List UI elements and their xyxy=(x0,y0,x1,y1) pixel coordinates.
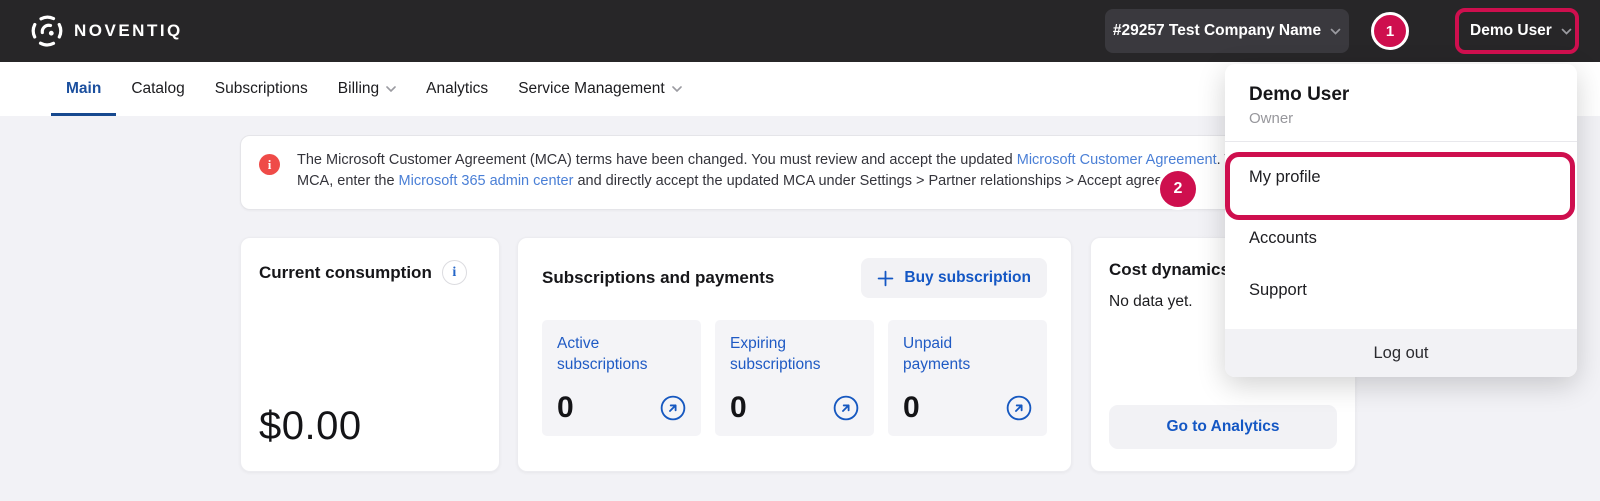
tab-billing[interactable]: Billing xyxy=(338,62,396,116)
alert-line1-text: The Microsoft Customer Agreement (MCA) t… xyxy=(297,152,1017,168)
subscription-tiles: Active subscriptions 0 Expiring subscrip… xyxy=(542,320,1047,436)
alert-line2-tail: and directly accept the updated MCA unde… xyxy=(573,173,1194,189)
menu-item-my-profile[interactable]: My profile xyxy=(1225,142,1577,212)
company-selector[interactable]: #29257 Test Company Name xyxy=(1105,9,1349,53)
menu-item-log-out[interactable]: Log out xyxy=(1225,329,1577,377)
chevron-down-icon xyxy=(672,86,682,92)
buy-subscription-button[interactable]: Buy subscription xyxy=(861,258,1047,298)
unpaid-payments-count: 0 xyxy=(903,393,920,423)
unpaid-payments-label: Unpaid payments xyxy=(903,333,1013,375)
arrow-up-right-icon[interactable] xyxy=(660,395,686,421)
current-consumption-header: Current consumption i xyxy=(259,260,481,285)
active-subscriptions-bottom: 0 xyxy=(557,393,686,423)
noventiq-logo[interactable]: NOVENTIQ xyxy=(30,0,183,62)
info-icon[interactable]: i xyxy=(442,260,467,285)
unpaid-payments-tile[interactable]: Unpaid payments 0 xyxy=(888,320,1047,436)
noventiq-portal-page: NOVENTIQ #29257 Test Company Name Demo U… xyxy=(0,0,1600,501)
noventiq-logo-text: NOVENTIQ xyxy=(74,21,183,41)
dropdown-user-header: Demo User Owner xyxy=(1225,64,1577,141)
menu-item-support[interactable]: Support xyxy=(1225,264,1577,316)
dropdown-user-name: Demo User xyxy=(1249,84,1553,106)
subscriptions-payments-header: Subscriptions and payments Buy subscript… xyxy=(542,258,1047,298)
arrow-up-right-icon[interactable] xyxy=(1006,395,1032,421)
buy-subscription-label: Buy subscription xyxy=(904,269,1031,287)
user-menu-trigger[interactable]: Demo User xyxy=(1470,0,1572,62)
top-header-bar: NOVENTIQ #29257 Test Company Name Demo U… xyxy=(0,0,1600,62)
arrow-up-right-icon[interactable] xyxy=(833,395,859,421)
tab-main[interactable]: Main xyxy=(66,62,101,116)
mca-agreement-link[interactable]: Microsoft Customer Agreement xyxy=(1017,152,1217,168)
tab-service-management-label: Service Management xyxy=(518,80,664,98)
expiring-subscriptions-label: Expiring subscriptions xyxy=(730,333,840,375)
expiring-subscriptions-tile[interactable]: Expiring subscriptions 0 xyxy=(715,320,874,436)
alert-info-icon: i xyxy=(259,154,280,175)
current-consumption-title: Current consumption xyxy=(259,263,432,283)
menu-item-accounts[interactable]: Accounts xyxy=(1225,212,1577,264)
expiring-subscriptions-count: 0 xyxy=(730,393,747,423)
annotation-step-2-badge: 2 xyxy=(1157,168,1199,210)
alert-line2-text: MCA, enter the xyxy=(297,173,399,189)
tab-service-management[interactable]: Service Management xyxy=(518,62,681,116)
tab-billing-label: Billing xyxy=(338,80,379,98)
tab-analytics[interactable]: Analytics xyxy=(426,62,488,116)
noventiq-logo-icon xyxy=(30,14,64,48)
tab-subscriptions-label: Subscriptions xyxy=(215,80,308,98)
alert-line-1: The Microsoft Customer Agreement (MCA) t… xyxy=(297,150,1357,171)
subscriptions-payments-card: Subscriptions and payments Buy subscript… xyxy=(517,237,1072,472)
chevron-down-icon xyxy=(1330,28,1341,35)
chevron-down-icon xyxy=(386,86,396,92)
current-consumption-card: Current consumption i $0.00 xyxy=(240,237,500,472)
annotation-step-1-badge: 1 xyxy=(1371,12,1409,50)
m365-admin-center-link[interactable]: Microsoft 365 admin center xyxy=(399,173,574,189)
expiring-subscriptions-bottom: 0 xyxy=(730,393,859,423)
active-subscriptions-count: 0 xyxy=(557,393,574,423)
active-subscriptions-tile[interactable]: Active subscriptions 0 xyxy=(542,320,701,436)
active-subscriptions-label: Active subscriptions xyxy=(557,333,667,375)
user-dropdown-menu: Demo User Owner My profile Accounts Supp… xyxy=(1225,64,1577,377)
tab-catalog-label: Catalog xyxy=(131,80,184,98)
plus-icon xyxy=(877,270,894,287)
tab-analytics-label: Analytics xyxy=(426,80,488,98)
user-menu-label: Demo User xyxy=(1470,22,1552,40)
current-consumption-value: $0.00 xyxy=(259,404,481,449)
chevron-down-icon xyxy=(1561,28,1572,35)
tab-subscriptions[interactable]: Subscriptions xyxy=(215,62,308,116)
company-selector-label: #29257 Test Company Name xyxy=(1113,22,1321,40)
go-to-analytics-button[interactable]: Go to Analytics xyxy=(1109,405,1337,449)
tab-catalog[interactable]: Catalog xyxy=(131,62,184,116)
dropdown-user-role: Owner xyxy=(1249,110,1553,127)
tab-main-label: Main xyxy=(66,80,101,98)
unpaid-payments-bottom: 0 xyxy=(903,393,1032,423)
subscriptions-payments-title: Subscriptions and payments xyxy=(542,268,774,288)
